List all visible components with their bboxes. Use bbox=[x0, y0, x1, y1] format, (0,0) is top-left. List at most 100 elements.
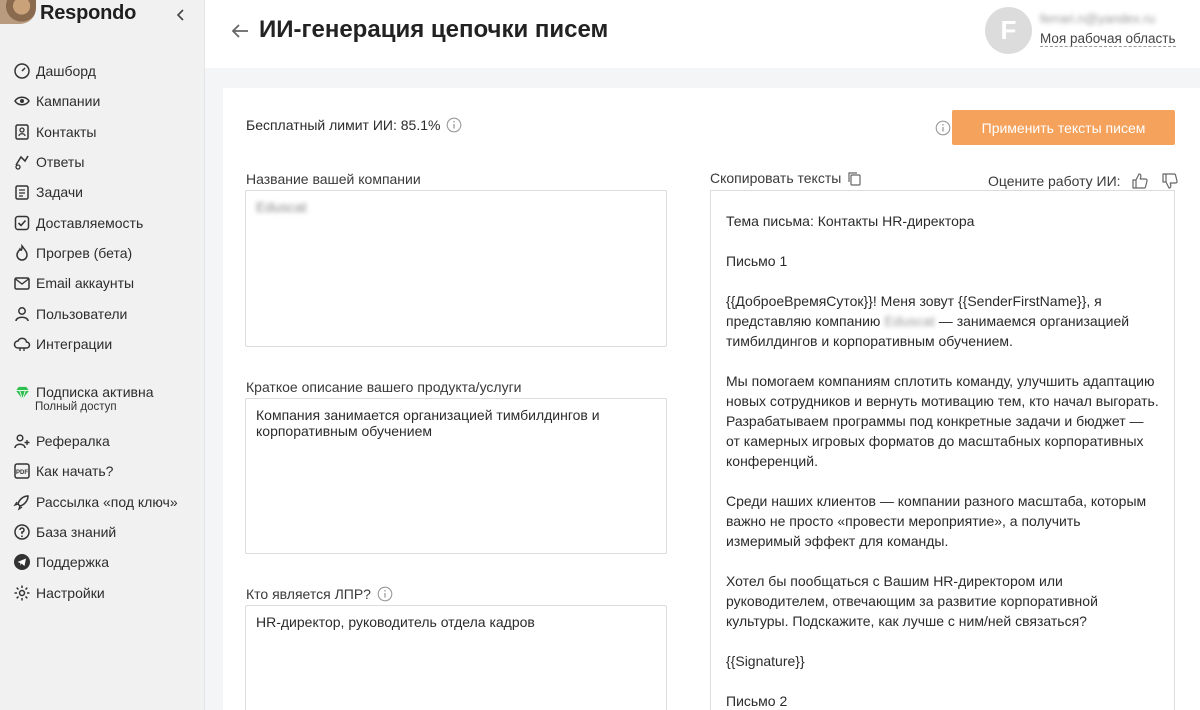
replies-icon bbox=[12, 152, 32, 172]
sidebar-item-label: Поддержка bbox=[36, 554, 110, 571]
sidebar-item-knowledge-base[interactable]: База знаний bbox=[0, 517, 205, 547]
page-title: ИИ-генерация цепочки писем bbox=[259, 16, 609, 43]
info-icon[interactable] bbox=[377, 586, 393, 602]
info-icon[interactable] bbox=[446, 117, 462, 133]
apply-info-icon[interactable] bbox=[935, 120, 951, 136]
back-button[interactable] bbox=[229, 20, 253, 42]
company-name-input[interactable]: Eduscat bbox=[245, 190, 667, 347]
product-description-input[interactable]: Компания занимается организацией тимбилд… bbox=[245, 398, 667, 554]
decision-maker-input[interactable]: HR-директор, руководитель отдела кадров bbox=[245, 605, 667, 710]
chevron-left-icon bbox=[176, 9, 184, 21]
contacts-icon bbox=[12, 122, 32, 142]
sidebar-item-replies[interactable]: Ответы bbox=[0, 147, 205, 177]
flame-icon bbox=[12, 243, 32, 263]
generated-emails-output[interactable]: Тема письма: Контакты HR-директора Письм… bbox=[710, 190, 1175, 710]
tasks-icon bbox=[12, 182, 32, 202]
copy-icon bbox=[848, 171, 861, 186]
help-icon bbox=[12, 522, 32, 542]
letter-1-paragraph-4: Хотел бы пообщаться с Вашим HR-директоро… bbox=[726, 573, 1098, 629]
product-description-label: Краткое описание вашего продукта/услуги bbox=[246, 379, 522, 395]
svg-text:PDF: PDF bbox=[16, 470, 28, 476]
sidebar-item-label: Ответы bbox=[36, 154, 85, 171]
logo-image bbox=[0, 0, 36, 24]
copy-texts-label: Скопировать тексты bbox=[710, 170, 842, 186]
ai-generation-card: Бесплатный лимит ИИ: 85.1% Применить тек… bbox=[223, 88, 1200, 710]
sidebar-nav-secondary: Рефералка PDF Как начать? Рассылка «под … bbox=[0, 426, 205, 608]
rocket-icon bbox=[12, 492, 32, 512]
decision-maker-label-text: Кто является ЛПР? bbox=[246, 586, 371, 602]
apply-texts-button[interactable]: Применить тексты писем bbox=[952, 110, 1175, 145]
pdf-icon: PDF bbox=[12, 461, 32, 481]
referral-icon bbox=[12, 431, 32, 451]
sidebar-item-contacts[interactable]: Контакты bbox=[0, 117, 205, 147]
dashboard-icon bbox=[12, 61, 32, 81]
workspace-switcher[interactable]: Моя рабочая область bbox=[1040, 31, 1176, 47]
decision-maker-label: Кто является ЛПР? bbox=[246, 586, 393, 602]
avatar[interactable]: F bbox=[985, 7, 1032, 54]
sidebar-item-deliverability[interactable]: Доставляемость bbox=[0, 207, 205, 237]
letter-1-paragraph-1: {{ДоброеВремяСуток}}! Меня зовут {{Sende… bbox=[726, 291, 1159, 351]
user-email: ferrari.n@yandex.ru bbox=[1040, 11, 1156, 26]
sidebar-item-campaigns[interactable]: Кампании bbox=[0, 86, 205, 116]
mail-icon bbox=[12, 273, 32, 293]
sidebar-item-settings[interactable]: Настройки bbox=[0, 577, 205, 607]
thumbs-up-icon[interactable] bbox=[1129, 170, 1151, 192]
ai-limit: Бесплатный лимит ИИ: 85.1% bbox=[246, 117, 462, 133]
sidebar-item-label: Дашборд bbox=[36, 63, 96, 80]
sidebar-item-label: Прогрев (бета) bbox=[36, 244, 133, 261]
gear-icon bbox=[12, 583, 32, 603]
sidebar: Respondo Дашборд Кампании Контакты Ответ… bbox=[0, 0, 205, 710]
letter-1-paragraph-3: Среди наших клиентов — компании разного … bbox=[726, 493, 1147, 549]
sidebar-item-label: Рефералка bbox=[36, 433, 110, 450]
logo-row: Respondo bbox=[0, 0, 205, 30]
sidebar-item-label: Настройки bbox=[36, 584, 105, 601]
sidebar-item-tasks[interactable]: Задачи bbox=[0, 177, 205, 207]
sidebar-item-label: Email аккаунты bbox=[36, 275, 135, 292]
sidebar-item-label: Задачи bbox=[36, 184, 84, 201]
diamond-icon bbox=[12, 382, 32, 402]
sidebar-item-label: Интеграции bbox=[36, 335, 113, 352]
company-name-label: Название вашей компании bbox=[246, 171, 421, 187]
checkbox-icon bbox=[12, 213, 32, 233]
app-name: Respondo bbox=[40, 2, 137, 24]
arrow-left-icon bbox=[231, 24, 248, 38]
sidebar-item-label: Доставляемость bbox=[36, 214, 144, 231]
sidebar-item-turnkey[interactable]: Рассылка «под ключ» bbox=[0, 487, 205, 517]
copy-texts-button[interactable]: Скопировать тексты bbox=[710, 170, 862, 186]
page-header: ИИ-генерация цепочки писем F ferrari.n@y… bbox=[205, 0, 1200, 68]
ai-limit-text: Бесплатный лимит ИИ: 85.1% bbox=[246, 117, 441, 133]
company-name-blurred: Eduscat bbox=[884, 313, 935, 329]
sidebar-item-label: База знаний bbox=[36, 524, 117, 541]
collapse-sidebar-button[interactable] bbox=[170, 4, 192, 26]
letter-1-paragraph-2: Мы помогаем компаниям сплотить команду, … bbox=[726, 373, 1159, 469]
subscription-note: Полный доступ bbox=[35, 401, 117, 413]
rate-ai-label: Оцените работу ИИ: bbox=[988, 173, 1121, 189]
telegram-icon bbox=[12, 552, 32, 572]
sidebar-item-label: Как начать? bbox=[36, 463, 114, 480]
subscription-title-text: Подписка активна bbox=[36, 384, 154, 400]
sidebar-item-label: Рассылка «под ключ» bbox=[36, 493, 178, 510]
subscription-status: Подписка активна Полный доступ bbox=[0, 380, 205, 413]
sidebar-item-dashboard[interactable]: Дашборд bbox=[0, 56, 205, 86]
letter-2-title: Письмо 2 bbox=[726, 693, 788, 709]
thumbs-down-icon[interactable] bbox=[1159, 170, 1181, 192]
sidebar-item-support[interactable]: Поддержка bbox=[0, 547, 205, 577]
sidebar-item-label: Кампании bbox=[36, 93, 101, 110]
sidebar-item-referral[interactable]: Рефералка bbox=[0, 426, 205, 456]
signature-placeholder: {{Signature}} bbox=[726, 653, 805, 669]
sidebar-item-getting-started[interactable]: PDF Как начать? bbox=[0, 456, 205, 486]
campaigns-icon bbox=[12, 91, 32, 111]
sidebar-item-label: Пользователи bbox=[36, 305, 128, 322]
sidebar-item-users[interactable]: Пользователи bbox=[0, 298, 205, 328]
user-icon bbox=[12, 304, 32, 324]
sidebar-item-integrations[interactable]: Интеграции bbox=[0, 329, 205, 359]
sidebar-item-label: Контакты bbox=[36, 123, 97, 140]
cloud-icon bbox=[12, 334, 32, 354]
email-subject: Тема письма: Контакты HR-директора bbox=[726, 213, 975, 229]
letter-1-title: Письмо 1 bbox=[726, 253, 788, 269]
sidebar-item-warmup[interactable]: Прогрев (бета) bbox=[0, 238, 205, 268]
company-name-value: Eduscat bbox=[256, 199, 307, 215]
sidebar-item-email-accounts[interactable]: Email аккаунты bbox=[0, 268, 205, 298]
rate-ai: Оцените работу ИИ: bbox=[988, 170, 1181, 192]
sidebar-nav: Дашборд Кампании Контакты Ответы Задачи … bbox=[0, 56, 205, 359]
